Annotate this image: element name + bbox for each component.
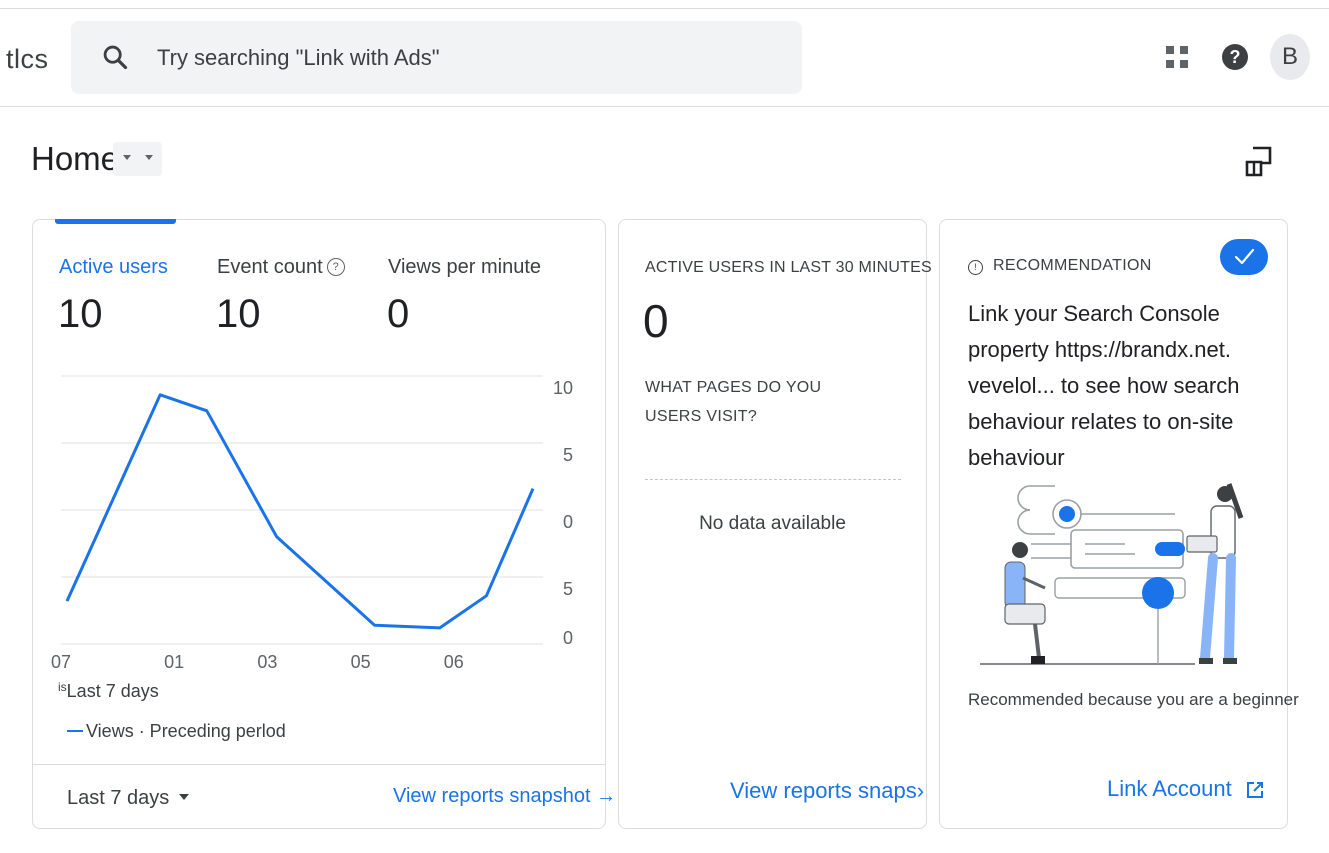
- y-tick-label: 0: [563, 512, 573, 532]
- chevron-down-icon: [145, 155, 153, 160]
- y-tick-label: 10: [553, 378, 573, 398]
- open-in-new-icon[interactable]: [1245, 780, 1265, 800]
- tab-event-count[interactable]: Event count?: [217, 256, 345, 279]
- search-icon: [103, 45, 128, 70]
- line-chart: 10505007 01 03 05 06: [51, 375, 573, 672]
- tab-active-users[interactable]: Active users: [59, 256, 168, 279]
- caret-down-icon: [179, 794, 190, 800]
- header-divider: [0, 106, 1329, 107]
- account-avatar[interactable]: B: [1270, 34, 1310, 80]
- view-reports-snaps-link[interactable]: View reports snaps›: [730, 778, 924, 804]
- x-tick-label: 03: [257, 652, 277, 672]
- dismiss-check-button[interactable]: [1220, 239, 1268, 275]
- card-footer-divider: [33, 764, 605, 765]
- app-name: tlcs: [6, 44, 49, 74]
- series-line: [65, 393, 535, 630]
- active-tab-indicator: [55, 219, 176, 224]
- event-count-value: 10: [216, 292, 261, 336]
- search-input[interactable]: [155, 39, 759, 77]
- x-tick-label: 06: [444, 652, 464, 672]
- y-tick-label: 0: [563, 628, 573, 648]
- customize-icon[interactable]: [1243, 145, 1273, 177]
- chart-legend-series: Views · Preceding perlod: [67, 721, 286, 742]
- recommendation-reason: Recommended because you are a beginner: [968, 690, 1299, 709]
- info-icon[interactable]: ?: [326, 258, 345, 276]
- no-data-text: No data available: [699, 513, 846, 534]
- svg-text:?: ?: [1230, 47, 1241, 67]
- tab-event-count-label: Event count: [217, 256, 323, 278]
- page-dropdown-button[interactable]: [113, 142, 162, 176]
- views-per-minute-value: 0: [387, 292, 410, 336]
- legend-period-prefix: is: [58, 680, 67, 694]
- legend-period-label: Last 7 days: [66, 681, 159, 701]
- search-bar[interactable]: [71, 21, 802, 94]
- realtime-value: 0: [643, 295, 669, 347]
- recommendation-label: ! RECOMMENDATION: [968, 257, 1152, 275]
- dashed-divider: [645, 479, 901, 480]
- link-account-button[interactable]: Link Account: [1107, 776, 1232, 802]
- x-tick-label: 05: [351, 652, 371, 672]
- check-icon: [1234, 248, 1255, 265]
- x-tick-label: 01: [164, 652, 184, 672]
- x-tick-label: 07: [51, 652, 71, 672]
- y-tick-label: 5: [563, 579, 573, 599]
- apps-icon[interactable]: [1164, 44, 1190, 70]
- legend-series-label: Views · Preceding perlod: [86, 721, 286, 741]
- help-icon[interactable]: ?: [1221, 43, 1249, 71]
- recommendation-text: Link your Search Console property https:…: [968, 301, 1240, 470]
- info-icon: !: [968, 260, 983, 275]
- page-title: Home: [31, 140, 120, 177]
- tab-views-per-minute[interactable]: Views per minute: [388, 256, 541, 279]
- y-tick-label: 5: [563, 445, 573, 465]
- recommendation-label-text: RECOMMENDATION: [993, 257, 1152, 274]
- recommendation-illustration: [980, 483, 1244, 665]
- realtime-question: WHAT PAGES DO YOU USERS VISIT?: [645, 379, 822, 425]
- date-range-label: Last 7 days: [67, 787, 170, 809]
- chart-legend-period: isLast 7 days: [58, 680, 159, 702]
- active-users-value: 10: [58, 292, 103, 336]
- realtime-title: ACTIVE USERS IN LAST 30 MINUTES: [645, 259, 932, 276]
- top-divider: [0, 8, 1329, 9]
- view-reports-snapshot-link[interactable]: View reports snapshot →: [393, 785, 616, 808]
- legend-swatch: [67, 730, 83, 732]
- date-range-dropdown[interactable]: Last 7 days: [67, 787, 190, 810]
- chevron-down-icon: [123, 155, 131, 160]
